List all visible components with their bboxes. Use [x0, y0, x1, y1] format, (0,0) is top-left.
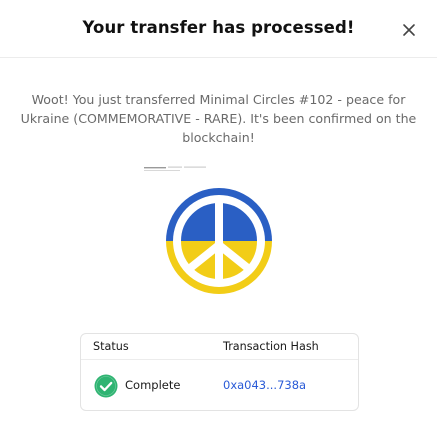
transaction-card: Status Transaction Hash Complete 0xa043.…: [80, 333, 359, 411]
image-caption-scribble: [144, 166, 206, 171]
modal-title: Your transfer has processed!: [82, 18, 355, 37]
status-value: Complete: [125, 378, 181, 392]
transaction-header-row: Status Transaction Hash: [81, 334, 358, 360]
status-column-header: Status: [93, 340, 129, 353]
hash-column-header: Transaction Hash: [223, 340, 319, 353]
close-button[interactable]: [400, 21, 418, 39]
transfer-success-modal: Your transfer has processed! Woot! You j…: [0, 0, 437, 429]
close-icon: [403, 24, 415, 36]
transfer-message: Woot! You just transferred Minimal Circl…: [20, 92, 417, 145]
modal-header: Your transfer has processed!: [0, 0, 437, 58]
transaction-hash-link[interactable]: 0xa043...738a: [223, 378, 306, 392]
check-circle-icon: [94, 374, 118, 398]
nft-peace-symbol-image: [166, 188, 272, 294]
